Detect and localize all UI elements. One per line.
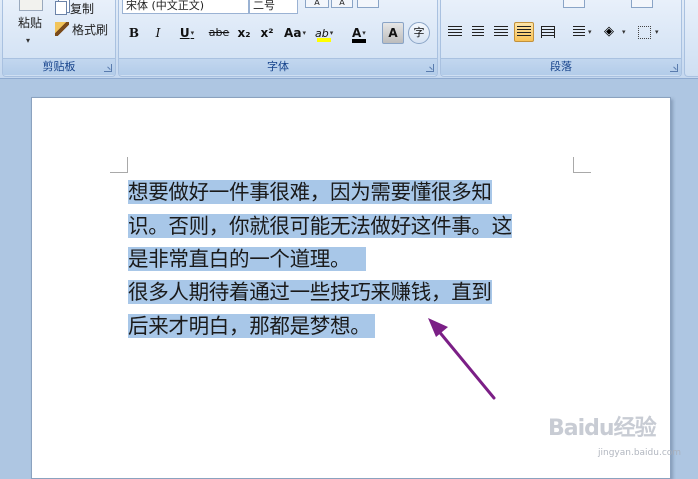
watermark-logo: Baidu经验 (548, 416, 657, 441)
annotation-arrow-icon (428, 318, 496, 400)
watermark-url: jingyan.baidu.com (598, 448, 682, 458)
